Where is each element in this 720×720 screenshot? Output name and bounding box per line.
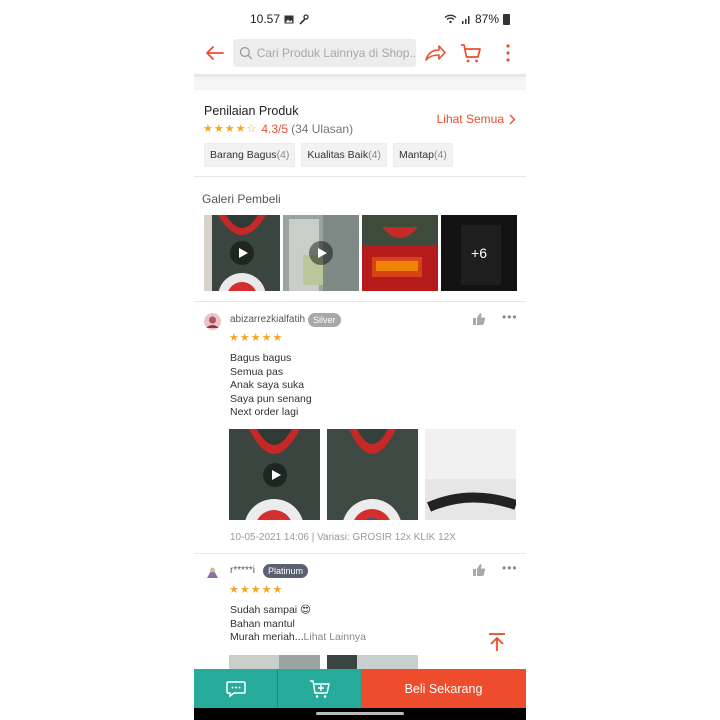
star-icon: ★: [239, 584, 250, 596]
gallery-more-thumbnail[interactable]: +6: [441, 215, 517, 291]
reviewer-name: abizarrezkialfatih: [230, 314, 306, 325]
review-photo-thumbnail[interactable]: [229, 655, 320, 669]
bottom-action-bar: Beli Sekarang: [194, 669, 526, 708]
section-divider: [194, 74, 526, 90]
review-video-thumbnail[interactable]: [229, 429, 320, 520]
review-media: [229, 429, 516, 520]
star-icon: ★: [229, 332, 239, 344]
gallery-title: Galeri Pembeli: [202, 192, 281, 206]
see-all-label: Lihat Semua: [436, 112, 504, 126]
wrench-icon: [299, 13, 309, 25]
review-text: Bagus bagus Semua pas Anak saya suka Say…: [230, 352, 312, 418]
play-icon: [263, 463, 287, 487]
top-bar: Cari Produk Lainnya di Shop...: [194, 37, 526, 69]
status-time: 10.57: [250, 12, 281, 26]
review-item: r*****i Platinum ••• ★ ★ ★ ★ ★ Sudah sam…: [194, 555, 526, 669]
gallery-video-thumbnail[interactable]: [283, 215, 359, 291]
star-icon: ★: [250, 584, 261, 596]
star-icon: ★: [203, 123, 213, 135]
scroll-to-top-icon[interactable]: [486, 631, 508, 653]
gallery-photo-thumbnail[interactable]: [362, 215, 438, 291]
member-badge: Platinum: [263, 564, 309, 578]
avatar: [204, 564, 221, 581]
review-item: abizarrezkialfatih Silver ••• ★ ★ ★ ★ ★ …: [194, 303, 526, 554]
share-icon[interactable]: [422, 40, 448, 66]
avatar: [204, 313, 221, 330]
rating-count: (34 Ulasan): [291, 122, 354, 136]
buyer-gallery-section: Galeri Pembeli +6: [194, 178, 526, 302]
star-icon: ★: [229, 584, 239, 596]
add-to-cart-button[interactable]: [278, 669, 361, 708]
star-icon: ★: [224, 123, 235, 135]
white-shirt-photo: [425, 429, 516, 520]
thumbs-up-icon[interactable]: [472, 312, 486, 326]
search-input[interactable]: Cari Produk Lainnya di Shop...: [233, 39, 416, 67]
rating-tag[interactable]: Mantap(4): [392, 143, 453, 167]
shirts-photo: [362, 215, 438, 291]
review-stars: ★ ★ ★ ★ ★: [229, 584, 283, 596]
review-meta: 10-05-2021 14:06 | Variasi: GROSIR 12x K…: [230, 532, 456, 543]
rating-tag[interactable]: Barang Bagus(4): [204, 143, 296, 167]
gallery-row: +6: [204, 215, 517, 291]
star-icon: ★: [272, 584, 283, 596]
more-menu-icon[interactable]: [496, 40, 520, 66]
signal-icon: [461, 16, 470, 24]
battery-percent: 87%: [474, 12, 499, 26]
shirt-photo: [327, 429, 418, 520]
photo: [327, 655, 418, 669]
more-photos-count: +6: [441, 215, 517, 291]
add-cart-icon: [309, 679, 330, 698]
chat-icon: [225, 680, 246, 697]
see-all-link[interactable]: Lihat Semua: [437, 112, 516, 126]
product-rating-section: Penilaian Produk ★ ★ ★ ★ ☆ 4.3/5 (34 Ula…: [194, 92, 526, 177]
review-photo-thumbnail[interactable]: [327, 655, 418, 669]
play-icon: [230, 241, 254, 265]
review-media: [229, 655, 418, 669]
star-outline-icon: ☆: [246, 123, 257, 135]
battery-icon: [503, 13, 510, 25]
system-nav-bar: [194, 708, 526, 720]
star-icon: ★: [261, 332, 272, 344]
play-icon: [309, 241, 333, 265]
status-bar: 10.57 87%: [194, 8, 526, 30]
star-icon: ★: [272, 332, 283, 344]
star-icon: ★: [235, 123, 246, 135]
photo: [229, 655, 320, 669]
search-placeholder: Cari Produk Lainnya di Shop...: [256, 46, 416, 60]
chevron-right-icon: [509, 114, 516, 124]
star-icon: ★: [261, 584, 272, 596]
star-icon: ★: [213, 123, 224, 135]
rating-tag[interactable]: Kualitas Baik(4): [301, 143, 387, 167]
back-arrow-icon[interactable]: [202, 40, 228, 66]
wifi-icon: [444, 14, 457, 24]
star-icon: ★: [239, 332, 250, 344]
star-icon: ★: [250, 332, 261, 344]
gallery-video-thumbnail[interactable]: [204, 215, 280, 291]
rating-score: 4.3/5: [261, 122, 289, 136]
gallery-notification-icon: [284, 15, 294, 23]
member-badge: Silver: [308, 313, 341, 327]
buy-now-button[interactable]: Beli Sekarang: [361, 669, 526, 708]
chat-button[interactable]: [194, 669, 278, 708]
reviewer-name: r*****i: [230, 565, 256, 576]
cart-icon[interactable]: [458, 40, 484, 66]
thumbs-up-icon[interactable]: [472, 563, 486, 577]
app-screen: 10.57 87% Cari Produk Lainnya di Shop...…: [194, 0, 526, 720]
home-indicator[interactable]: [316, 712, 404, 715]
review-stars: ★ ★ ★ ★ ★: [229, 332, 283, 344]
review-photo-thumbnail[interactable]: [425, 429, 516, 520]
rating-tags: Barang Bagus(4) Kualitas Baik(4) Mantap(…: [204, 143, 453, 167]
rating-title: Penilaian Produk: [204, 104, 299, 118]
review-text: Sudah sampai 😍 Bahan mantul Murah meriah…: [230, 604, 366, 643]
rating-stars: ★ ★ ★ ★ ☆ 4.3/5 (34 Ulasan): [203, 122, 353, 136]
search-icon: [239, 46, 253, 60]
review-photo-thumbnail[interactable]: [327, 429, 418, 520]
see-more-link[interactable]: Lihat Lainnya: [304, 631, 366, 643]
more-options-icon[interactable]: •••: [502, 561, 518, 575]
more-options-icon[interactable]: •••: [502, 310, 518, 324]
